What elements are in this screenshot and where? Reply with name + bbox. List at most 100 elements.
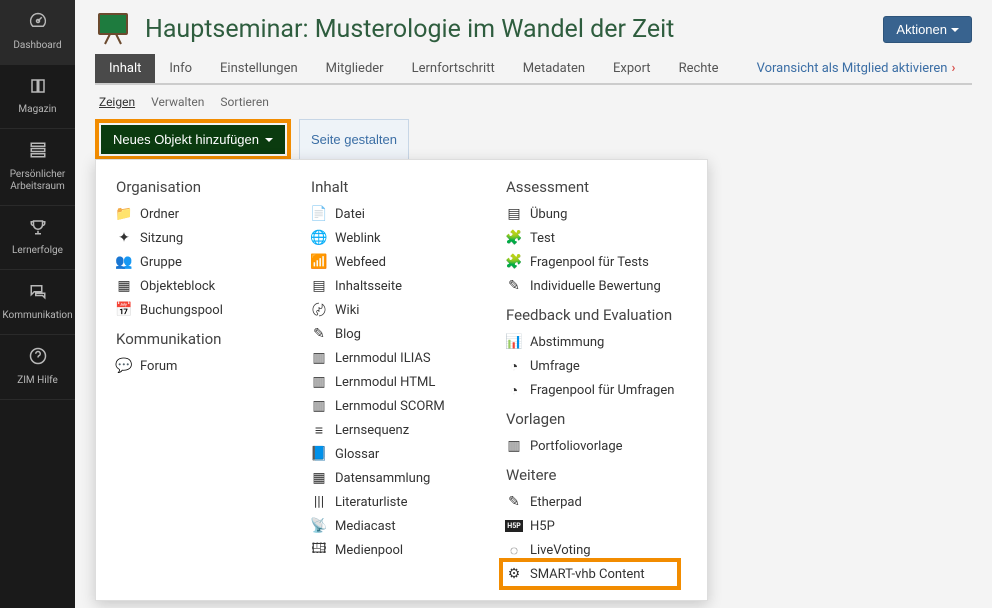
dropdown-item-label: Mediacast <box>335 519 396 534</box>
dropdown-item[interactable]: 🖽Medienpool <box>311 538 466 562</box>
dropdown-item[interactable]: H5PH5P <box>506 514 674 538</box>
dropdown-item[interactable]: 📅 Buchungspool <box>116 298 271 322</box>
dropdown-item[interactable]: 📡Mediacast <box>311 514 466 538</box>
chevron-down-icon <box>265 132 273 147</box>
toolbar: Neues Objekt hinzufügen Seite gestalten … <box>95 119 972 160</box>
tab-preview[interactable]: Voransicht als Mitglied aktivieren › <box>743 54 970 83</box>
dropdown-item-label: Übung <box>530 207 567 222</box>
folder-icon: 📁 <box>116 206 132 222</box>
dropdown-item[interactable]: 📘Glossar <box>311 442 466 466</box>
tab-preview-label: Voransicht als Mitglied aktivieren <box>757 61 948 76</box>
dropdown-item[interactable]: ✎Etherpad <box>506 490 674 514</box>
tab-info[interactable]: Info <box>155 54 206 83</box>
dropdown-heading: Vorlagen <box>506 410 674 428</box>
tab-einstellungen[interactable]: Einstellungen <box>206 54 312 83</box>
dropdown-item-label: Test <box>530 231 555 246</box>
tab-export[interactable]: Export <box>599 54 665 83</box>
dropdown-heading: Weitere <box>506 466 674 484</box>
dropdown-item-label: Lernmodul SCORM <box>335 399 445 414</box>
dropdown-item[interactable]: ▥Lernmodul HTML <box>311 370 466 394</box>
dropdown-item[interactable]: 🧩Test <box>506 226 674 250</box>
subtab-zeigen[interactable]: Zeigen <box>99 95 135 109</box>
tab-lernfortschritt[interactable]: Lernfortschritt <box>398 54 509 83</box>
spq-icon: ◔ <box>506 382 522 398</box>
subtab-sortieren[interactable]: Sortieren <box>220 95 268 109</box>
dropdown-item[interactable]: 🌐Weblink <box>311 226 466 250</box>
sidebar-item-zimhilfe[interactable]: ZIM Hilfe <box>0 335 75 400</box>
dropdown-item-label: Inhaltsseite <box>335 279 402 294</box>
dropdown-item[interactable]: ▦Datensammlung <box>311 466 466 490</box>
tab-inhalt[interactable]: Inhalt <box>95 54 155 83</box>
dropdown-item[interactable]: ▦Objekteblock <box>116 274 271 298</box>
dropdown-item-label: Gruppe <box>140 255 182 270</box>
dropdown-item[interactable]: ▥Lernmodul SCORM <box>311 394 466 418</box>
sequence-icon: ≡ <box>311 422 327 438</box>
dropdown-item[interactable]: ▤ Inhaltsseite <box>311 274 466 298</box>
tab-metadaten[interactable]: Metadaten <box>509 54 599 83</box>
lm-ilias-icon: ▥ <box>311 350 327 366</box>
dropdown-heading: Assessment <box>506 178 674 196</box>
dropdown-item[interactable]: ▤ Übung <box>506 202 674 226</box>
dropdown-item[interactable]: ▥Portfoliovorlage <box>506 434 674 458</box>
subtab-verwalten[interactable]: Verwalten <box>151 95 204 109</box>
survey-icon: ◔ <box>506 358 522 374</box>
dropdown-item[interactable]: ▥ Lernmodul ILIAS <box>311 346 466 370</box>
dropdown-item-label: Fragenpool für Tests <box>530 255 649 270</box>
link-icon: 🌐 <box>311 230 327 246</box>
glossary-icon: 📘 <box>311 446 327 462</box>
dropdown-item[interactable]: ◔Fragenpool für Umfragen <box>506 378 674 402</box>
sidebar-item-label: Dashboard <box>13 40 61 52</box>
sidebar-item-label: Lernerfolge <box>12 245 63 257</box>
dropdown-item[interactable]: ⚙SMART-vhb Content <box>506 562 674 586</box>
session-icon: ✦ <box>116 230 132 246</box>
sidebar-item-label: Persönlicher Arbeitsraum <box>4 169 71 193</box>
add-object-button[interactable]: Neues Objekt hinzufügen <box>101 125 285 154</box>
design-page-button[interactable]: Seite gestalten <box>299 119 409 160</box>
sidebar-item-kommunikation[interactable]: Kommunikation <box>0 270 75 335</box>
dropdown-item[interactable]: 📊Abstimmung <box>506 330 674 354</box>
tab-mitglieder[interactable]: Mitglieder <box>312 54 398 83</box>
dropdown-item-label: Portfoliovorlage <box>530 439 623 454</box>
actions-button[interactable]: Aktionen <box>883 16 972 43</box>
tab-rechte[interactable]: Rechte <box>665 54 733 83</box>
sidebar-item-lernerfolge[interactable]: Lernerfolge <box>0 206 75 271</box>
dropdown-item[interactable]: 📁Ordner <box>116 202 271 226</box>
sidebar-item-dashboard[interactable]: Dashboard <box>0 0 75 65</box>
feed-icon: 📶 <box>311 254 327 270</box>
dropdown-item[interactable]: ◔ Umfrage <box>506 354 674 378</box>
trophy-icon <box>29 218 47 242</box>
dropdown-item[interactable]: 📶 Webfeed <box>311 250 466 274</box>
dropdown-item[interactable]: 🧩Fragenpool für Tests <box>506 250 674 274</box>
dropdown-item-label: Objekteblock <box>140 279 215 294</box>
sidebar-item-magazin[interactable]: Magazin <box>0 65 75 130</box>
dropdown-item-label: Lernmodul ILIAS <box>335 351 431 366</box>
calendar-icon: 📅 <box>116 302 132 318</box>
dropdown-item[interactable]: |||Literaturliste <box>311 490 466 514</box>
dropdown-item[interactable]: 📄Datei <box>311 202 466 226</box>
dropdown-item[interactable]: ◌LiveVoting <box>506 538 674 562</box>
dropdown-item-label: Wiki <box>335 303 359 318</box>
wiki-icon: 〄 <box>311 302 327 318</box>
smartvhb-icon: ⚙ <box>506 566 522 582</box>
dropdown-item[interactable]: ✦ Sitzung <box>116 226 271 250</box>
dropdown-item[interactable]: 👥Gruppe <box>116 250 271 274</box>
dropdown-item[interactable]: ✎Blog <box>311 322 466 346</box>
sidebar-item-label: Kommunikation <box>2 310 72 322</box>
exercise-icon: ▤ <box>506 206 522 222</box>
dropdown-item-label: Umfrage <box>530 359 580 374</box>
page-icon: ▤ <box>311 278 327 294</box>
page-title: Hauptseminar: Musterologie im Wandel der… <box>145 15 674 44</box>
dropdown-item[interactable]: 💬Forum <box>116 354 271 378</box>
dropdown-item[interactable]: 〄 Wiki <box>311 298 466 322</box>
dropdown-item[interactable]: ✎Individuelle Bewertung <box>506 274 674 298</box>
dropdown-item[interactable]: ≡Lernsequenz <box>311 418 466 442</box>
dropdown-item-label: Literaturliste <box>335 495 408 510</box>
sidebar-item-personal[interactable]: Persönlicher Arbeitsraum <box>0 129 75 206</box>
dropdown-column: Organisation📁Ordner✦Sitzung👥Gruppe▦Objek… <box>96 160 291 600</box>
dropdown-item-label: Sitzung <box>140 231 183 246</box>
dropdown-item-label: Webfeed <box>335 255 386 270</box>
highlight-add-object: Neues Objekt hinzufügen <box>95 119 291 160</box>
user-icon <box>29 141 47 165</box>
dropdown-item-label: Buchungspool <box>140 303 223 318</box>
dropdown-column: Inhalt📄Datei🌐Weblink📶Webfeed▤Inhaltsseit… <box>291 160 486 600</box>
